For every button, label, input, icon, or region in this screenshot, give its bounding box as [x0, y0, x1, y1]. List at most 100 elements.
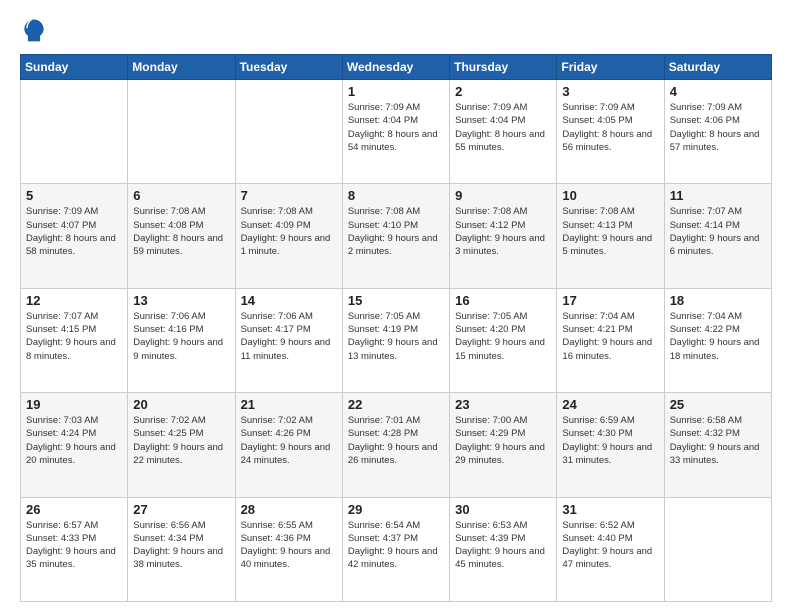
calendar-cell: 21 Sunrise: 7:02 AM Sunset: 4:26 PM Dayli…	[235, 393, 342, 497]
calendar-cell: 17 Sunrise: 7:04 AM Sunset: 4:21 PM Dayli…	[557, 288, 664, 392]
calendar-cell: 27 Sunrise: 6:56 AM Sunset: 4:34 PM Dayli…	[128, 497, 235, 601]
calendar-cell: 7Sunrise: 7:08 AM Sunset: 4:09 PM Daylig…	[235, 184, 342, 288]
day-info: Sunrise: 7:04 AM Sunset: 4:21 PM Dayligh…	[562, 310, 658, 363]
day-number: 27	[133, 502, 229, 517]
day-number: 31	[562, 502, 658, 517]
day-info: Sunrise: 7:08 AM Sunset: 4:10 PM Dayligh…	[348, 205, 444, 258]
day-number: 29	[348, 502, 444, 517]
day-info: Sunrise: 6:55 AM Sunset: 4:36 PM Dayligh…	[241, 519, 337, 572]
calendar-cell: 2 Sunrise: 7:09 AM Sunset: 4:04 PM Daylig…	[450, 80, 557, 184]
calendar-cell: 6Sunrise: 7:08 AM Sunset: 4:08 PM Daylig…	[128, 184, 235, 288]
day-info: Sunrise: 7:09 AM Sunset: 4:04 PM Dayligh…	[455, 101, 551, 154]
calendar-cell: 14 Sunrise: 7:06 AM Sunset: 4:17 PM Dayli…	[235, 288, 342, 392]
day-info: Sunrise: 7:06 AM Sunset: 4:17 PM Dayligh…	[241, 310, 337, 363]
weekday-header-saturday: Saturday	[664, 55, 771, 80]
calendar-cell: 3 Sunrise: 7:09 AM Sunset: 4:05 PM Daylig…	[557, 80, 664, 184]
day-number: 4	[670, 84, 766, 99]
day-number: 1	[348, 84, 444, 99]
calendar-cell: 20 Sunrise: 7:02 AM Sunset: 4:25 PM Dayli…	[128, 393, 235, 497]
weekday-header-tuesday: Tuesday	[235, 55, 342, 80]
day-number: 16	[455, 293, 551, 308]
calendar-cell: 23 Sunrise: 7:00 AM Sunset: 4:29 PM Dayli…	[450, 393, 557, 497]
day-info: Sunrise: 6:59 AM Sunset: 4:30 PM Dayligh…	[562, 414, 658, 467]
day-info: Sunrise: 7:09 AM Sunset: 4:04 PM Dayligh…	[348, 101, 444, 154]
calendar-week-4: 19Sunrise: 7:03 AM Sunset: 4:24 PM Dayli…	[21, 393, 772, 497]
calendar-week-3: 12Sunrise: 7:07 AM Sunset: 4:15 PM Dayli…	[21, 288, 772, 392]
day-number: 19	[26, 397, 122, 412]
day-number: 15	[348, 293, 444, 308]
calendar-cell: 5 Sunrise: 7:09 AM Sunset: 4:07 PM Daylig…	[21, 184, 128, 288]
calendar-cell: 12Sunrise: 7:07 AM Sunset: 4:15 PM Dayli…	[21, 288, 128, 392]
day-info: Sunrise: 7:09 AM Sunset: 4:05 PM Dayligh…	[562, 101, 658, 154]
day-number: 14	[241, 293, 337, 308]
day-info: Sunrise: 7:04 AM Sunset: 4:22 PM Dayligh…	[670, 310, 766, 363]
calendar-cell: 8 Sunrise: 7:08 AM Sunset: 4:10 PM Daylig…	[342, 184, 449, 288]
day-number: 9	[455, 188, 551, 203]
day-info: Sunrise: 7:08 AM Sunset: 4:12 PM Dayligh…	[455, 205, 551, 258]
day-info: Sunrise: 7:09 AM Sunset: 4:07 PM Dayligh…	[26, 205, 122, 258]
calendar-cell	[664, 497, 771, 601]
day-info: Sunrise: 7:00 AM Sunset: 4:29 PM Dayligh…	[455, 414, 551, 467]
calendar-cell: 15Sunrise: 7:05 AM Sunset: 4:19 PM Dayli…	[342, 288, 449, 392]
calendar-cell: 22Sunrise: 7:01 AM Sunset: 4:28 PM Dayli…	[342, 393, 449, 497]
day-info: Sunrise: 6:57 AM Sunset: 4:33 PM Dayligh…	[26, 519, 122, 572]
calendar-cell: 19Sunrise: 7:03 AM Sunset: 4:24 PM Dayli…	[21, 393, 128, 497]
day-number: 12	[26, 293, 122, 308]
day-number: 23	[455, 397, 551, 412]
day-info: Sunrise: 7:08 AM Sunset: 4:13 PM Dayligh…	[562, 205, 658, 258]
calendar-cell: 24 Sunrise: 6:59 AM Sunset: 4:30 PM Dayli…	[557, 393, 664, 497]
calendar-cell: 28 Sunrise: 6:55 AM Sunset: 4:36 PM Dayli…	[235, 497, 342, 601]
logo-icon	[20, 16, 48, 44]
day-info: Sunrise: 7:05 AM Sunset: 4:20 PM Dayligh…	[455, 310, 551, 363]
day-info: Sunrise: 6:54 AM Sunset: 4:37 PM Dayligh…	[348, 519, 444, 572]
calendar-week-1: 1 Sunrise: 7:09 AM Sunset: 4:04 PM Daylig…	[21, 80, 772, 184]
logo	[20, 16, 52, 44]
day-info: Sunrise: 7:02 AM Sunset: 4:26 PM Dayligh…	[241, 414, 337, 467]
calendar-cell	[21, 80, 128, 184]
weekday-header-thursday: Thursday	[450, 55, 557, 80]
calendar-cell: 18 Sunrise: 7:04 AM Sunset: 4:22 PM Dayli…	[664, 288, 771, 392]
day-info: Sunrise: 6:52 AM Sunset: 4:40 PM Dayligh…	[562, 519, 658, 572]
day-number: 25	[670, 397, 766, 412]
day-info: Sunrise: 7:07 AM Sunset: 4:14 PM Dayligh…	[670, 205, 766, 258]
day-number: 20	[133, 397, 229, 412]
calendar-cell: 30 Sunrise: 6:53 AM Sunset: 4:39 PM Dayli…	[450, 497, 557, 601]
calendar-table: SundayMondayTuesdayWednesdayThursdayFrid…	[20, 54, 772, 602]
day-number: 24	[562, 397, 658, 412]
weekday-header-sunday: Sunday	[21, 55, 128, 80]
day-number: 13	[133, 293, 229, 308]
calendar-week-5: 26 Sunrise: 6:57 AM Sunset: 4:33 PM Dayli…	[21, 497, 772, 601]
calendar-cell	[128, 80, 235, 184]
calendar-cell: 16 Sunrise: 7:05 AM Sunset: 4:20 PM Dayli…	[450, 288, 557, 392]
calendar-week-2: 5 Sunrise: 7:09 AM Sunset: 4:07 PM Daylig…	[21, 184, 772, 288]
day-info: Sunrise: 7:06 AM Sunset: 4:16 PM Dayligh…	[133, 310, 229, 363]
day-info: Sunrise: 7:09 AM Sunset: 4:06 PM Dayligh…	[670, 101, 766, 154]
day-number: 28	[241, 502, 337, 517]
day-info: Sunrise: 6:56 AM Sunset: 4:34 PM Dayligh…	[133, 519, 229, 572]
day-number: 26	[26, 502, 122, 517]
day-info: Sunrise: 7:02 AM Sunset: 4:25 PM Dayligh…	[133, 414, 229, 467]
day-number: 30	[455, 502, 551, 517]
day-info: Sunrise: 7:08 AM Sunset: 4:08 PM Dayligh…	[133, 205, 229, 258]
calendar-cell: 9 Sunrise: 7:08 AM Sunset: 4:12 PM Daylig…	[450, 184, 557, 288]
day-number: 2	[455, 84, 551, 99]
calendar-cell: 25 Sunrise: 6:58 AM Sunset: 4:32 PM Dayli…	[664, 393, 771, 497]
day-number: 11	[670, 188, 766, 203]
calendar-cell: 29 Sunrise: 6:54 AM Sunset: 4:37 PM Dayli…	[342, 497, 449, 601]
day-number: 21	[241, 397, 337, 412]
day-number: 8	[348, 188, 444, 203]
day-number: 17	[562, 293, 658, 308]
day-number: 5	[26, 188, 122, 203]
calendar-cell: 1 Sunrise: 7:09 AM Sunset: 4:04 PM Daylig…	[342, 80, 449, 184]
weekday-header-friday: Friday	[557, 55, 664, 80]
calendar-cell: 10 Sunrise: 7:08 AM Sunset: 4:13 PM Dayli…	[557, 184, 664, 288]
calendar-cell: 11 Sunrise: 7:07 AM Sunset: 4:14 PM Dayli…	[664, 184, 771, 288]
calendar-cell: 4 Sunrise: 7:09 AM Sunset: 4:06 PM Daylig…	[664, 80, 771, 184]
day-info: Sunrise: 6:58 AM Sunset: 4:32 PM Dayligh…	[670, 414, 766, 467]
day-info: Sunrise: 6:53 AM Sunset: 4:39 PM Dayligh…	[455, 519, 551, 572]
day-number: 10	[562, 188, 658, 203]
day-number: 3	[562, 84, 658, 99]
day-number: 18	[670, 293, 766, 308]
weekday-header-row: SundayMondayTuesdayWednesdayThursdayFrid…	[21, 55, 772, 80]
weekday-header-monday: Monday	[128, 55, 235, 80]
